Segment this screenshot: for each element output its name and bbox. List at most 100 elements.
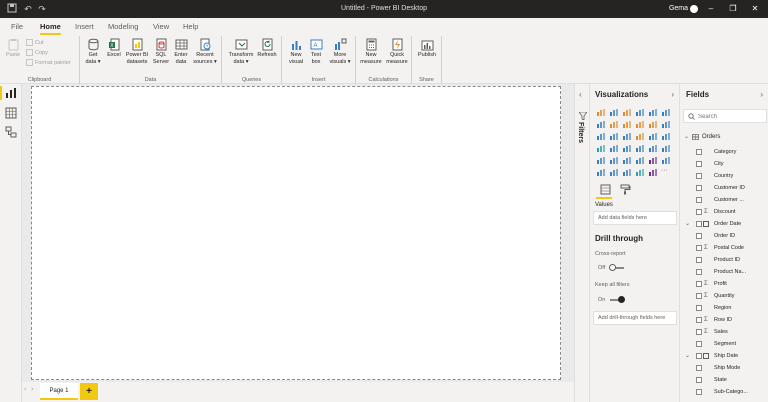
visual-type-icon[interactable] xyxy=(635,168,645,177)
field-checkbox[interactable] xyxy=(696,365,702,371)
field-row[interactable]: ⌄ Ship Date xyxy=(680,350,768,362)
field-checkbox[interactable] xyxy=(696,305,702,311)
visual-type-icon[interactable] xyxy=(648,132,658,141)
visual-type-icon[interactable] xyxy=(648,108,658,117)
field-checkbox[interactable] xyxy=(696,281,702,287)
field-checkbox[interactable] xyxy=(696,377,702,383)
copy-button[interactable]: Copy xyxy=(26,49,48,57)
field-row[interactable]: Order ID xyxy=(680,230,768,242)
visual-type-icon[interactable] xyxy=(609,168,619,177)
visual-type-icon[interactable] xyxy=(648,168,658,177)
more-visuals-button[interactable]: More visuals ▾ xyxy=(327,38,353,65)
power-bi-datasets-button[interactable]: Power BI datasets xyxy=(124,38,150,65)
values-well[interactable]: Add data fields here xyxy=(593,211,677,225)
visual-type-icon[interactable] xyxy=(648,144,658,153)
expand-field-chevron[interactable]: ⌄ xyxy=(685,350,690,362)
visual-type-icon[interactable] xyxy=(661,120,671,129)
expand-field-chevron[interactable]: ⌄ xyxy=(685,218,690,230)
visual-type-icon[interactable] xyxy=(661,144,671,153)
field-checkbox[interactable] xyxy=(696,341,702,347)
minimize-button[interactable]: – xyxy=(700,0,722,18)
field-row[interactable]: Σ Postal Code xyxy=(680,242,768,254)
text-box-button[interactable]: A Text box xyxy=(307,38,325,65)
visual-type-icon[interactable] xyxy=(609,108,619,117)
next-page-button[interactable]: › xyxy=(31,386,33,393)
visual-type-icon[interactable] xyxy=(635,108,645,117)
visual-type-icon[interactable] xyxy=(609,144,619,153)
new-visual-button[interactable]: New visual xyxy=(286,38,306,65)
visual-type-icon[interactable] xyxy=(661,156,671,165)
cross-report-toggle[interactable] xyxy=(608,263,624,271)
quick-measure-button[interactable]: Quick measure xyxy=(385,38,409,65)
visual-type-icon[interactable] xyxy=(596,144,606,153)
enter-data-button[interactable]: Enter data xyxy=(172,38,190,65)
visual-type-icon[interactable] xyxy=(635,156,645,165)
report-canvas[interactable] xyxy=(31,86,561,380)
field-checkbox[interactable] xyxy=(696,209,702,215)
model-view-icon[interactable] xyxy=(5,126,17,138)
field-checkbox[interactable] xyxy=(696,389,702,395)
visual-type-icon[interactable] xyxy=(661,108,671,117)
transform-data-button[interactable]: Transform data ▾ xyxy=(227,38,255,65)
page-tab-1[interactable]: Page 1 xyxy=(40,383,78,400)
visual-type-icon[interactable] xyxy=(622,132,632,141)
tab-home[interactable]: Home xyxy=(40,18,61,36)
prev-page-button[interactable]: ‹ xyxy=(24,386,26,393)
refresh-button[interactable]: Refresh xyxy=(256,38,278,59)
visual-type-icon[interactable] xyxy=(622,168,632,177)
field-checkbox[interactable] xyxy=(696,353,702,359)
field-row[interactable]: State xyxy=(680,374,768,386)
visual-type-icon[interactable] xyxy=(622,144,632,153)
field-row[interactable]: Category xyxy=(680,146,768,158)
user-name[interactable]: Gema xyxy=(669,0,688,18)
visual-type-icon[interactable] xyxy=(648,156,658,165)
field-checkbox[interactable] xyxy=(696,329,702,335)
visual-type-icon[interactable] xyxy=(635,132,645,141)
field-row[interactable]: Customer ID xyxy=(680,182,768,194)
recent-sources-button[interactable]: Recent sources ▾ xyxy=(192,38,218,65)
new-measure-button[interactable]: New measure xyxy=(359,38,383,65)
report-view-icon[interactable] xyxy=(5,87,17,99)
field-checkbox[interactable] xyxy=(696,245,702,251)
field-checkbox[interactable] xyxy=(696,221,702,227)
visual-type-icon[interactable] xyxy=(596,156,606,165)
expand-table-chevron[interactable]: ⌄ xyxy=(684,132,689,142)
visual-type-icon[interactable] xyxy=(635,144,645,153)
table-orders[interactable]: ⌄ Orders xyxy=(682,132,766,142)
visual-type-icon[interactable] xyxy=(635,120,645,129)
drill-through-well[interactable]: Add drill-through fields here xyxy=(593,311,677,325)
visual-type-icon[interactable] xyxy=(609,120,619,129)
field-checkbox[interactable] xyxy=(696,317,702,323)
tab-file[interactable]: File xyxy=(11,18,23,36)
close-button[interactable]: ✕ xyxy=(744,0,766,18)
visual-type-icon[interactable] xyxy=(596,120,606,129)
keep-all-filters-toggle[interactable] xyxy=(609,295,625,303)
field-row[interactable]: Country xyxy=(680,170,768,182)
visual-type-icon[interactable] xyxy=(661,132,671,141)
field-row[interactable]: City xyxy=(680,158,768,170)
tab-view[interactable]: View xyxy=(153,18,169,36)
tab-insert[interactable]: Insert xyxy=(75,18,94,36)
visual-type-icon[interactable] xyxy=(596,168,606,177)
field-row[interactable]: Product Na... xyxy=(680,266,768,278)
more-visuals-icon[interactable]: ··· xyxy=(661,167,671,177)
visual-type-icon[interactable] xyxy=(609,156,619,165)
field-row[interactable]: Σ Profit xyxy=(680,278,768,290)
fields-search-input[interactable] xyxy=(698,111,764,122)
tab-modeling[interactable]: Modeling xyxy=(108,18,138,36)
field-row[interactable]: Region xyxy=(680,302,768,314)
field-checkbox[interactable] xyxy=(696,269,702,275)
add-page-button[interactable]: + xyxy=(80,383,98,400)
field-checkbox[interactable] xyxy=(696,173,702,179)
get-data-button[interactable]: Get data ▾ xyxy=(83,38,103,65)
data-view-icon[interactable] xyxy=(5,107,17,119)
visual-type-icon[interactable] xyxy=(596,108,606,117)
field-row[interactable]: Sub-Catego... xyxy=(680,386,768,398)
sql-server-button[interactable]: SQL Server xyxy=(151,38,171,65)
field-checkbox[interactable] xyxy=(696,185,702,191)
field-row[interactable]: Σ Discount xyxy=(680,206,768,218)
fields-well-icon[interactable] xyxy=(600,184,611,195)
excel-button[interactable]: X Excel xyxy=(105,38,123,59)
fields-search-box[interactable] xyxy=(683,109,767,123)
cut-button[interactable]: Cut xyxy=(26,39,44,47)
